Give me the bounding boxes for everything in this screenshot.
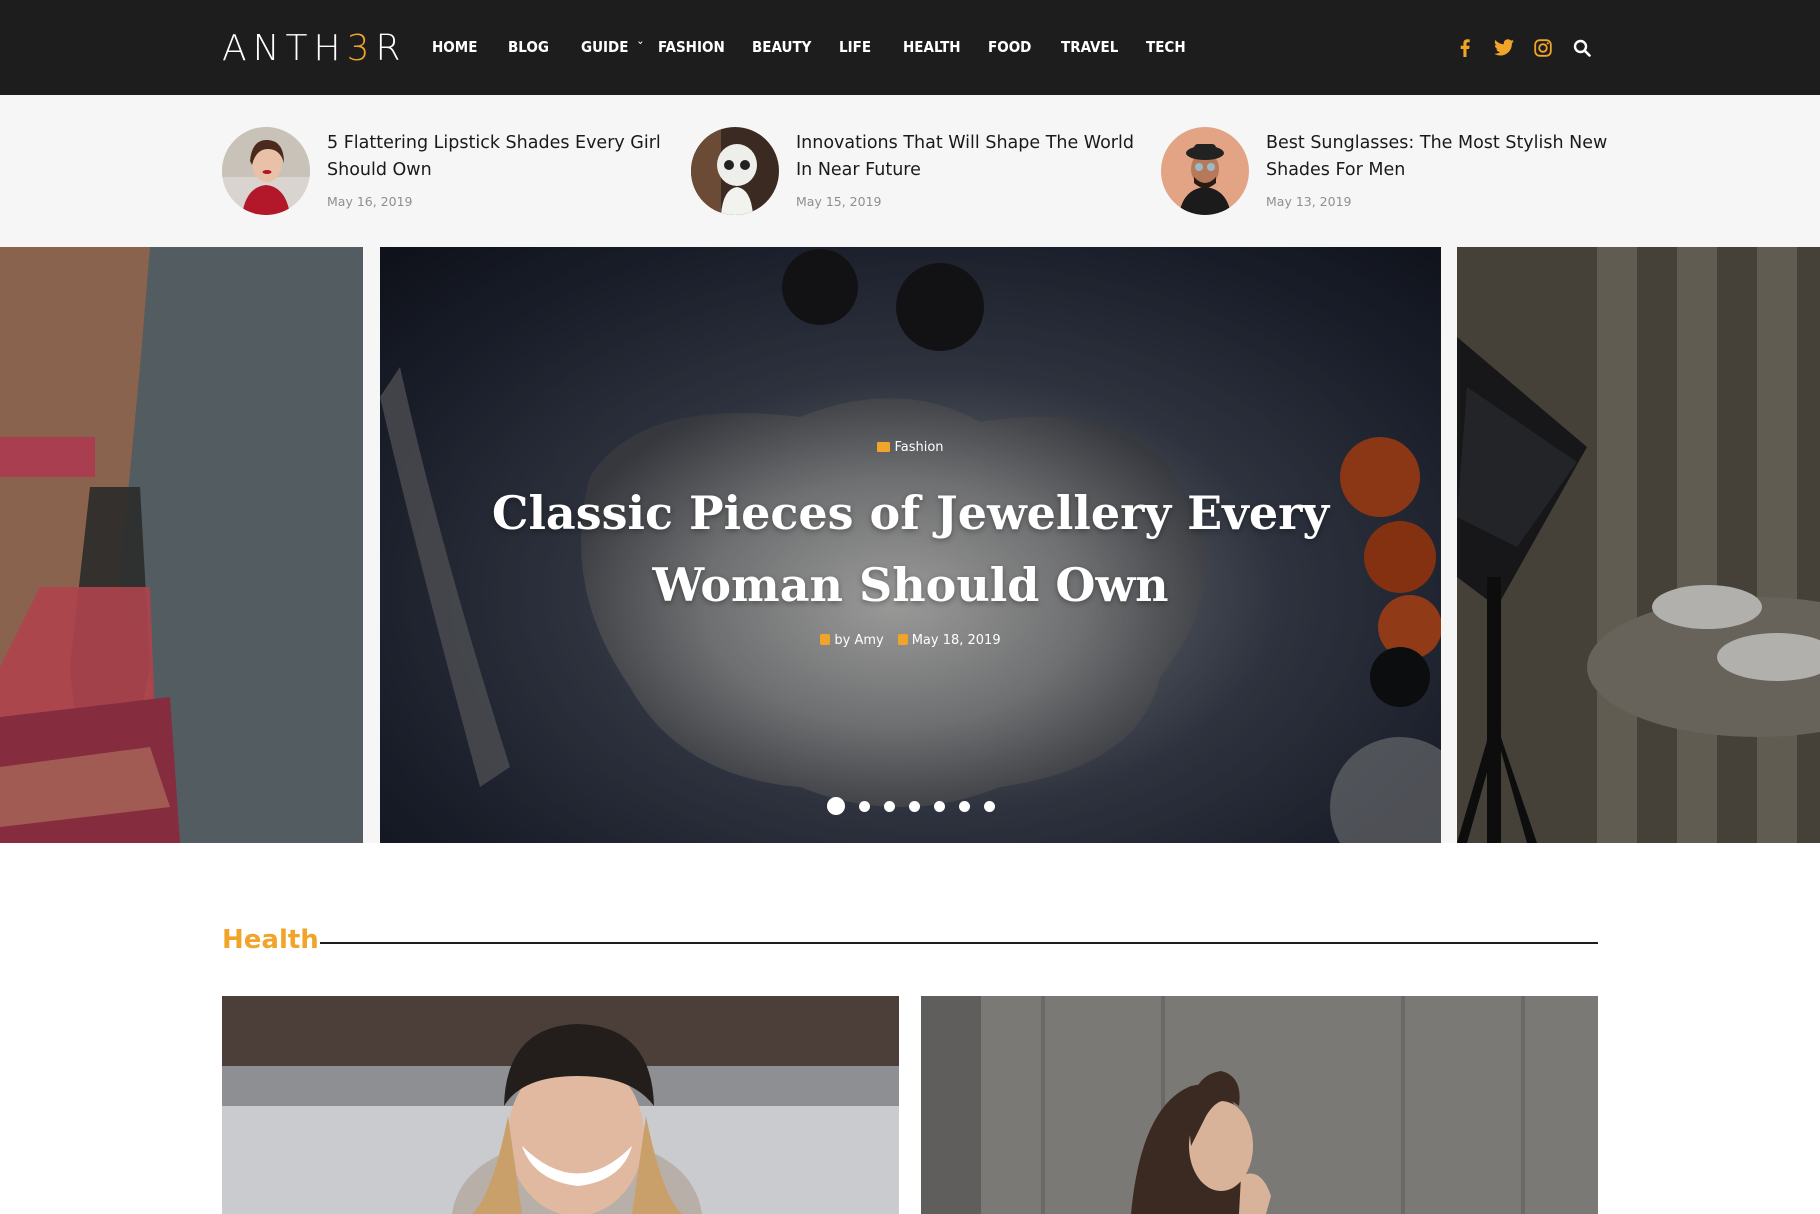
nav-item-fashion[interactable]: FASHION [658,38,725,56]
logo-tail: R [375,27,407,69]
nav-item-health[interactable]: HEALTH [903,38,961,56]
calendar-icon [897,634,908,645]
slider-dot-2[interactable] [858,800,870,812]
slide-category-label: Fashion [894,440,944,455]
nav-item-guide[interactable]: GUIDE ⌄ [581,34,644,56]
slider-dot-4[interactable] [908,800,920,812]
search-icon[interactable] [1562,33,1601,63]
section-divider [320,942,1598,944]
nav-item-travel[interactable]: TRAVEL [1061,38,1118,56]
site-logo[interactable]: ANTH 3 R [222,27,407,69]
slide-overlay [0,247,363,843]
nav-item-blog[interactable]: BLOG [508,38,549,56]
slide-date: May 18, 2019 [911,633,1001,648]
slide-active[interactable]: Fashion Classic Pieces of Jewellery Ever… [380,247,1441,843]
health-post-card-1[interactable] [222,996,899,1214]
section-title[interactable]: Health [222,925,319,955]
slider-dot-3[interactable] [883,800,895,812]
nav-item-guide-label: GUIDE [581,38,629,56]
post-date: May 15, 2019 [796,194,882,209]
featured-post-innovations[interactable]: Innovations That Will Shape The World In… [691,127,1141,217]
health-post-card-2[interactable] [921,996,1598,1214]
post-thumbnail [691,127,779,215]
nav-item-tech[interactable]: TECH [1146,38,1186,56]
slider-pagination [380,797,1441,815]
slide-next-interior[interactable] [1457,247,1820,843]
instagram-icon[interactable] [1523,33,1562,63]
hero-slider: Fashion Classic Pieces of Jewellery Ever… [0,247,1820,843]
user-icon [820,634,831,645]
slider-dot-6[interactable] [958,800,970,812]
nav-item-food[interactable]: FOOD [988,38,1031,56]
slider-dot-5[interactable] [933,800,945,812]
logo-accent: 3 [346,27,376,69]
post-date: May 16, 2019 [327,194,413,209]
featured-post-lipstick[interactable]: 5 Flattering Lipstick Shades Every Girl … [222,127,672,217]
nav-item-home[interactable]: HOME [432,38,477,56]
post-date: May 13, 2019 [1266,194,1352,209]
twitter-icon[interactable] [1484,33,1523,63]
featured-post-sunglasses[interactable]: Best Sunglasses: The Most Stylish New Sh… [1161,127,1611,217]
featured-posts: 5 Flattering Lipstick Shades Every Girl … [0,95,1820,247]
social-links [1445,0,1601,95]
folder-icon [877,442,891,452]
slide-prev-running[interactable] [0,247,363,843]
nav-item-beauty[interactable]: BEAUTY [752,38,811,56]
slide-author[interactable]: by Amy [834,633,883,648]
facebook-icon[interactable] [1445,33,1484,63]
slider-dot-1[interactable] [826,797,845,815]
post-title: 5 Flattering Lipstick Shades Every Girl … [327,133,661,180]
logo-text: ANTH [222,27,347,69]
post-title: Best Sunglasses: The Most Stylish New Sh… [1266,133,1608,180]
health-section-header: Health [222,925,1598,965]
slider-dot-7[interactable] [983,800,995,812]
site-header: ANTH 3 R HOME BLOG GUIDE ⌄ FASHION BEAUTY L… [0,0,1820,95]
slide-title[interactable]: Classic Pieces of Jewellery Every Woman … [480,477,1341,621]
nav-item-life[interactable]: LIFE [839,38,871,56]
slide-category[interactable]: Fashion [380,440,1441,455]
post-thumbnail [222,127,310,215]
slide-byline: by Amy May 18, 2019 [380,633,1441,648]
slide-overlay [1457,247,1820,843]
chevron-down-icon: ⌄ [636,34,645,47]
post-thumbnail [1161,127,1249,215]
post-title: Innovations That Will Shape The World In… [796,133,1134,180]
